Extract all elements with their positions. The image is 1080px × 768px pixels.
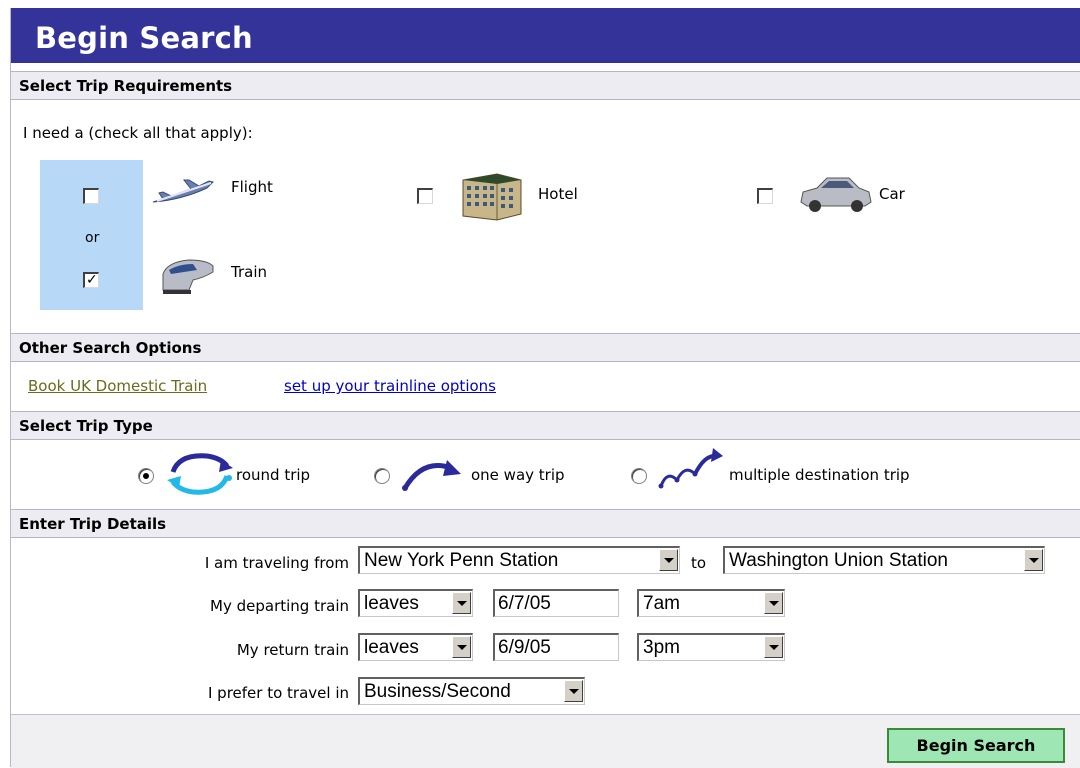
section-label: Enter Trip Details <box>19 515 167 533</box>
round-trip-arrows-icon <box>163 448 237 504</box>
one-way-trip-radio[interactable] <box>374 468 390 484</box>
train-icon <box>159 256 215 302</box>
travel-class-value: Business/Second <box>364 681 511 702</box>
chevron-down-icon[interactable] <box>764 592 783 614</box>
to-label: to <box>691 554 707 572</box>
chevron-down-icon[interactable] <box>452 592 471 614</box>
multiple-destination-trip-label: multiple destination trip <box>729 466 910 484</box>
search-panel: Begin Search Select Trip Requirements I … <box>10 8 1080 768</box>
chevron-down-icon[interactable] <box>564 680 583 702</box>
car-icon <box>797 172 873 220</box>
flight-label: Flight <box>231 178 273 196</box>
section-label: Select Trip Requirements <box>19 77 233 95</box>
from-label: I am traveling from <box>204 554 349 572</box>
return-time-value: 3pm <box>643 637 680 658</box>
section-header-trip-requirements: Select Trip Requirements <box>11 71 1080 100</box>
header-bar: Begin Search <box>11 8 1080 63</box>
departing-train-label: My departing train <box>210 597 349 615</box>
section-header-other-options: Other Search Options <box>11 333 1080 362</box>
to-station-select[interactable]: Washington Union Station <box>723 546 1045 574</box>
train-checkbox[interactable]: ✓ <box>83 272 99 288</box>
return-date-input[interactable] <box>493 633 619 661</box>
return-mode-value: leaves <box>364 637 419 658</box>
multi-destination-arcs-icon <box>657 444 727 498</box>
flight-checkbox[interactable] <box>83 188 99 204</box>
one-way-arc-icon <box>399 452 467 496</box>
from-station-value: New York Penn Station <box>364 550 559 571</box>
departing-time-select[interactable]: 7am <box>637 589 785 617</box>
departing-mode-select[interactable]: leaves <box>358 589 473 617</box>
train-label: Train <box>231 263 267 281</box>
airplane-icon <box>151 174 217 212</box>
return-mode-select[interactable]: leaves <box>358 633 473 661</box>
round-trip-label: round trip <box>236 466 311 484</box>
departing-date-input[interactable] <box>493 589 619 617</box>
book-uk-domestic-train-link[interactable]: Book UK Domestic Train <box>28 377 207 395</box>
or-label: or <box>85 230 100 246</box>
hotel-building-icon <box>457 166 525 226</box>
chevron-down-icon[interactable] <box>659 549 678 571</box>
chevron-down-icon[interactable] <box>764 636 783 658</box>
car-label: Car <box>879 185 905 203</box>
travel-class-select[interactable]: Business/Second <box>358 677 585 705</box>
one-way-trip-label: one way trip <box>471 466 565 484</box>
car-checkbox[interactable] <box>757 188 773 204</box>
trainline-options-link[interactable]: set up your trainline options <box>284 377 496 395</box>
return-time-select[interactable]: 3pm <box>637 633 785 661</box>
section-label: Other Search Options <box>19 339 202 357</box>
multiple-destination-trip-radio[interactable] <box>631 468 647 484</box>
departing-mode-value: leaves <box>364 593 419 614</box>
begin-search-button[interactable]: Begin Search <box>887 728 1065 763</box>
section-label: Select Trip Type <box>19 417 153 435</box>
round-trip-radio[interactable] <box>138 468 154 484</box>
hotel-checkbox[interactable] <box>417 188 433 204</box>
chevron-down-icon[interactable] <box>452 636 471 658</box>
travel-class-label: I prefer to travel in <box>207 684 349 702</box>
requirements-prompt: I need a (check all that apply): <box>23 124 253 142</box>
hotel-label: Hotel <box>538 185 578 203</box>
return-train-label: My return train <box>236 641 349 659</box>
chevron-down-icon[interactable] <box>1024 549 1043 571</box>
from-station-select[interactable]: New York Penn Station <box>358 546 680 574</box>
to-station-value: Washington Union Station <box>729 550 948 571</box>
section-header-trip-type: Select Trip Type <box>11 411 1080 440</box>
departing-time-value: 7am <box>643 593 680 614</box>
page-title: Begin Search <box>35 21 253 55</box>
section-header-trip-details: Enter Trip Details <box>11 509 1080 538</box>
